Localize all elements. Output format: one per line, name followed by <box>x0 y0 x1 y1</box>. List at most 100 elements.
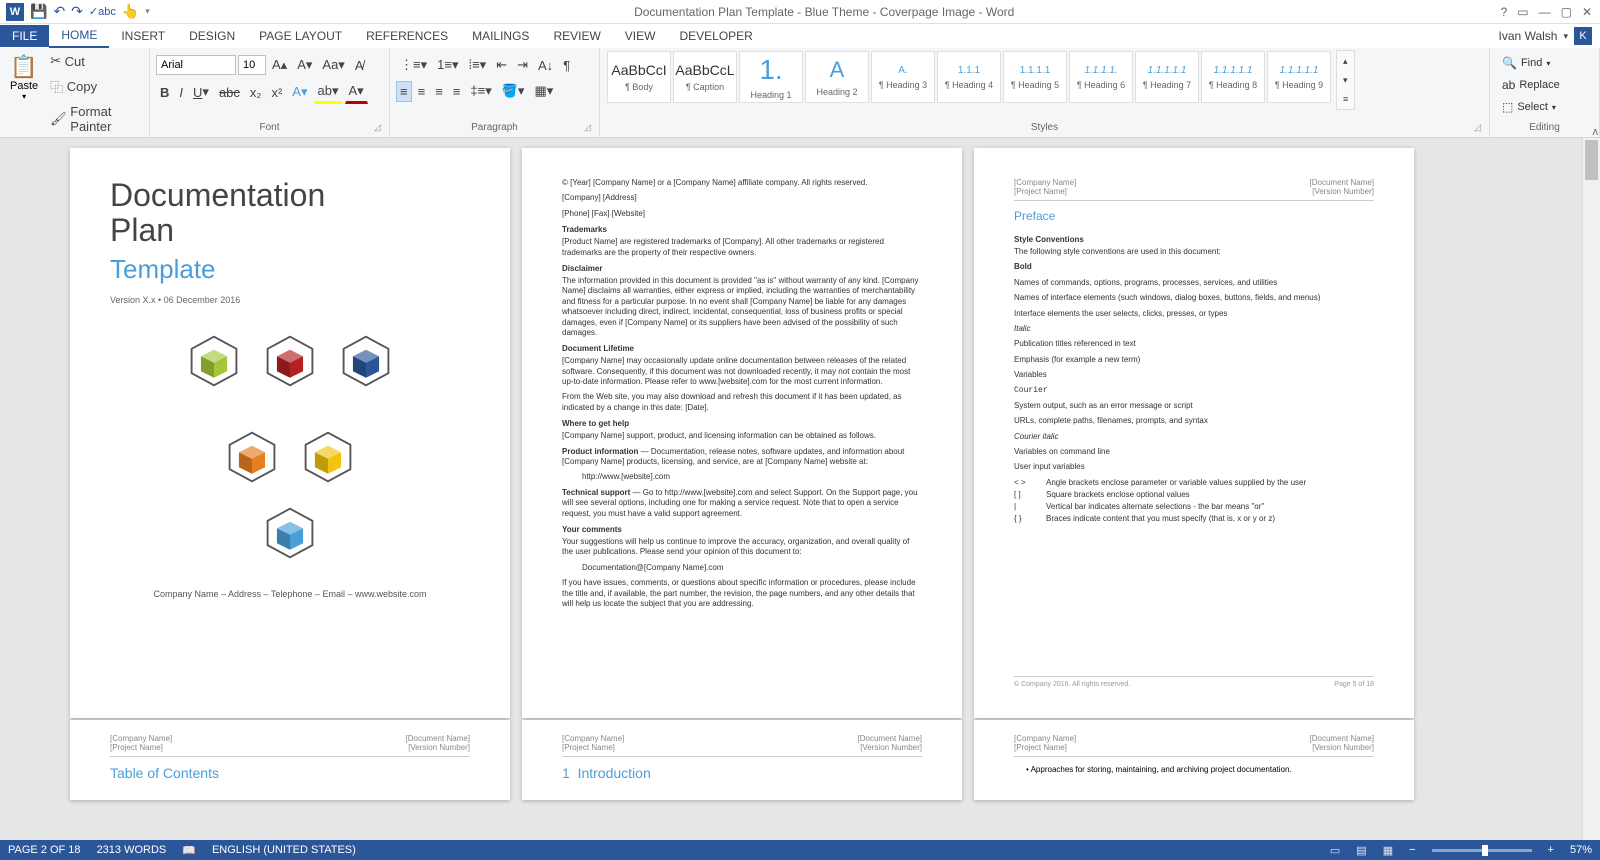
clear-format-icon[interactable]: A̸ <box>351 55 368 76</box>
grow-font-icon[interactable]: A▴ <box>268 54 291 76</box>
gallery-more-icon[interactable]: ≡ <box>1339 91 1352 107</box>
vertical-scrollbar[interactable]: ʌ <box>1582 138 1600 840</box>
cover-cubes <box>160 333 420 561</box>
tab-review[interactable]: REVIEW <box>541 25 612 47</box>
ribbon-options-icon[interactable]: ▭ <box>1517 5 1528 19</box>
text-effects-icon[interactable]: A▾ <box>288 81 311 103</box>
tab-insert[interactable]: INSERT <box>109 25 177 47</box>
close-icon[interactable]: ✕ <box>1582 5 1592 19</box>
italic-button[interactable]: I <box>175 82 187 103</box>
undo-icon[interactable]: ↶ <box>53 3 65 20</box>
change-case-icon[interactable]: Aa▾ <box>318 54 348 76</box>
status-language[interactable]: ENGLISH (UNITED STATES) <box>212 844 356 856</box>
cube-icon <box>186 333 242 389</box>
find-button[interactable]: 🔍Find▾ <box>1496 53 1556 73</box>
line-spacing-icon[interactable]: ‡≡▾ <box>466 80 495 102</box>
cube-icon <box>300 429 356 485</box>
save-icon[interactable]: 💾 <box>30 3 47 20</box>
tab-developer[interactable]: DEVELOPER <box>667 25 764 47</box>
bullets-icon[interactable]: ⋮≡▾ <box>396 54 431 76</box>
superscript-button[interactable]: x² <box>267 82 286 103</box>
gallery-down-icon[interactable]: ▾ <box>1339 72 1352 89</box>
bold-button[interactable]: B <box>156 82 173 103</box>
borders-icon[interactable]: ▦▾ <box>530 80 557 102</box>
highlight-icon[interactable]: ab▾ <box>314 80 343 104</box>
gallery-up-icon[interactable]: ▴ <box>1339 53 1352 70</box>
font-size-input[interactable] <box>238 55 266 75</box>
status-page[interactable]: PAGE 2 OF 18 <box>8 844 81 856</box>
group-clipboard: 📋 Paste ▾ ✂ Cut ⿻ Copy 🖌 Format Painter … <box>0 48 150 137</box>
multilevel-icon[interactable]: ⁞≡▾ <box>464 54 490 76</box>
tab-view[interactable]: VIEW <box>613 25 668 47</box>
user-account[interactable]: Ivan Walsh ▾ K <box>1491 27 1600 45</box>
sort-icon[interactable]: A↓ <box>534 55 557 76</box>
scroll-thumb[interactable] <box>1585 140 1598 180</box>
redo-icon[interactable]: ↷ <box>71 3 83 20</box>
style---body[interactable]: AaBbCcI¶ Body <box>607 51 671 103</box>
style---heading-4[interactable]: 1.1.1¶ Heading 4 <box>937 51 1001 103</box>
tab-home[interactable]: HOME <box>49 24 109 48</box>
replace-button[interactable]: abReplace <box>1496 75 1566 95</box>
page-content-stub: [Company Name][Project Name][Document Na… <box>974 720 1414 800</box>
shading-icon[interactable]: 🪣▾ <box>498 80 529 102</box>
style---heading-7[interactable]: 1.1.1.1.1¶ Heading 7 <box>1135 51 1199 103</box>
tab-design[interactable]: DESIGN <box>177 25 247 47</box>
style---heading-3[interactable]: A.¶ Heading 3 <box>871 51 935 103</box>
status-words[interactable]: 2313 WORDS <box>97 844 167 856</box>
ribbon-collapse-icon[interactable]: ʌ <box>1593 126 1599 138</box>
tab-file[interactable]: FILE <box>0 25 49 47</box>
font-name-input[interactable] <box>156 55 236 75</box>
align-center-icon[interactable]: ≡ <box>414 81 430 102</box>
style---heading-9[interactable]: 1.1.1.1.1¶ Heading 9 <box>1267 51 1331 103</box>
shrink-font-icon[interactable]: A▾ <box>293 54 316 76</box>
style---heading-8[interactable]: 1.1.1.1.1¶ Heading 8 <box>1201 51 1265 103</box>
zoom-out-icon[interactable]: − <box>1409 844 1415 856</box>
qat-dropdown-icon[interactable]: ▾ <box>145 6 150 17</box>
style-heading-1[interactable]: 1.Heading 1 <box>739 51 803 103</box>
restore-icon[interactable]: ▢ <box>1561 5 1572 19</box>
tab-page-layout[interactable]: PAGE LAYOUT <box>247 25 354 47</box>
strike-button[interactable]: abc <box>215 82 244 103</box>
cut-button[interactable]: ✂ Cut <box>46 50 143 72</box>
styles-gallery[interactable]: AaBbCcI¶ BodyAaBbCcL¶ Caption1.Heading 1… <box>606 50 1332 104</box>
styles-dialog-icon[interactable]: ◿ <box>1474 122 1481 133</box>
web-layout-icon[interactable]: ▦ <box>1383 844 1393 857</box>
window-title: Documentation Plan Template - Blue Theme… <box>156 5 1493 19</box>
tab-mailings[interactable]: MAILINGS <box>460 25 541 47</box>
show-marks-icon[interactable]: ¶ <box>559 55 574 76</box>
inc-indent-icon[interactable]: ⇥ <box>513 54 532 76</box>
underline-button[interactable]: U▾ <box>189 81 213 103</box>
subscript-button[interactable]: x₂ <box>246 82 266 103</box>
style---heading-6[interactable]: 1.1.1.1.¶ Heading 6 <box>1069 51 1133 103</box>
spellcheck-icon[interactable]: ✓abc <box>89 5 116 18</box>
group-paragraph: ⋮≡▾ 1≡▾ ⁞≡▾ ⇤ ⇥ A↓ ¶ ≡ ≡ ≡ ≡ ‡≡▾ 🪣▾ ▦▾ P… <box>390 48 600 137</box>
numbering-icon[interactable]: 1≡▾ <box>433 54 462 76</box>
zoom-in-icon[interactable]: + <box>1548 844 1554 856</box>
style-heading-2[interactable]: AHeading 2 <box>805 51 869 103</box>
style---heading-5[interactable]: 1.1.1.1¶ Heading 5 <box>1003 51 1067 103</box>
proofing-icon[interactable]: 📖 <box>182 844 196 857</box>
group-font: A▴ A▾ Aa▾ A̸ B I U▾ abc x₂ x² A▾ ab▾ A▾ … <box>150 48 390 137</box>
font-color-icon[interactable]: A▾ <box>345 80 368 104</box>
font-dialog-icon[interactable]: ◿ <box>374 122 381 133</box>
print-layout-icon[interactable]: ▤ <box>1356 844 1366 857</box>
align-right-icon[interactable]: ≡ <box>431 81 447 102</box>
zoom-level[interactable]: 57% <box>1570 844 1592 856</box>
read-mode-icon[interactable]: ▭ <box>1330 844 1340 857</box>
help-icon[interactable]: ? <box>1501 5 1508 19</box>
tab-references[interactable]: REFERENCES <box>354 25 460 47</box>
minimize-icon[interactable]: — <box>1539 5 1551 19</box>
paste-button[interactable]: 📋 Paste ▾ <box>6 50 42 105</box>
select-button[interactable]: ⬚Select▾ <box>1496 97 1562 117</box>
ribbon-tabs: FILE HOME INSERT DESIGN PAGE LAYOUT REFE… <box>0 24 1600 48</box>
format-painter-button[interactable]: 🖌 Format Painter <box>46 101 143 137</box>
paragraph-dialog-icon[interactable]: ◿ <box>584 122 591 133</box>
dec-indent-icon[interactable]: ⇤ <box>492 54 511 76</box>
copy-button[interactable]: ⿻ Copy <box>46 74 143 99</box>
zoom-slider[interactable] <box>1432 849 1532 852</box>
align-left-icon[interactable]: ≡ <box>396 81 412 102</box>
touch-icon[interactable]: 👆 <box>122 3 139 20</box>
style---caption[interactable]: AaBbCcL¶ Caption <box>673 51 737 103</box>
justify-icon[interactable]: ≡ <box>449 81 465 102</box>
page-toc-stub: [Company Name][Project Name][Document Na… <box>70 720 510 800</box>
